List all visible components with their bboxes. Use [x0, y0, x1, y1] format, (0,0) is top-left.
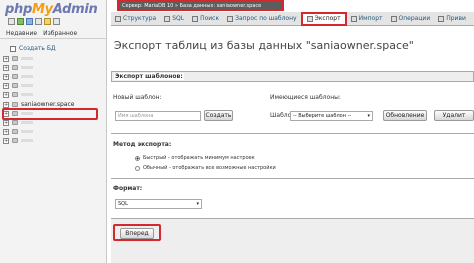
db-name-redacted: [21, 57, 33, 60]
phpmyadmin-window: phpMyAdmin Недавние Избранное Создать БД…: [0, 0, 474, 263]
sidebar-divider: [0, 38, 106, 39]
create-db-label: Создать БД: [19, 45, 56, 52]
breadcrumb-text[interactable]: Сервер: MariaDB 10 » База данных: saniao…: [122, 3, 261, 9]
db-name-redacted: [21, 75, 33, 78]
docs-icon[interactable]: [35, 18, 42, 25]
new-db-icon: [10, 45, 16, 52]
submit-highlight: Вперед: [113, 224, 161, 241]
templates-legend-bar: Экспорт шаблонов:: [111, 71, 474, 82]
format-section: Формат: SQL ▾: [111, 178, 474, 218]
tree-item[interactable]: +: [3, 136, 74, 145]
templates-legend: Экспорт шаблонов:: [114, 73, 184, 80]
create-db-link[interactable]: Создать БД: [10, 45, 56, 52]
tab-structure[interactable]: Структура: [111, 12, 160, 25]
database-icon: [12, 120, 18, 125]
database-icon: [12, 65, 18, 70]
template-select[interactable]: -- Выберите шаблон -- ▾: [290, 111, 373, 121]
method-custom-label: Обычный - отображать все возможные настр…: [143, 165, 276, 171]
import-icon: [350, 15, 357, 22]
create-template-button[interactable]: Создать: [204, 110, 233, 121]
format-title: Формат:: [113, 185, 143, 192]
tree-item[interactable]: +: [3, 72, 74, 81]
new-template-label: Новый шаблон:: [113, 94, 162, 101]
db-name-redacted: [21, 93, 33, 96]
format-select[interactable]: SQL ▾: [115, 199, 202, 209]
database-icon: [12, 102, 18, 107]
selected-db-name: saniaowner.space: [21, 101, 75, 108]
tab-privileges[interactable]: Приви: [434, 12, 470, 25]
tab-query[interactable]: Запрос по шаблону: [223, 12, 300, 25]
chevron-down-icon: ▾: [367, 113, 370, 119]
expand-icon[interactable]: +: [3, 55, 9, 62]
tab-import[interactable]: Импорт: [347, 12, 387, 25]
page-title: Экспорт таблиц из базы данных "saniaowne…: [114, 39, 414, 52]
db-name-redacted: [21, 130, 33, 133]
operations-icon: [390, 15, 397, 22]
expand-icon[interactable]: +: [3, 101, 9, 108]
logout-icon[interactable]: [17, 18, 24, 25]
method-quick-label: Быстрый - отображать минимум настроек: [143, 155, 255, 161]
tree-item[interactable]: +: [3, 63, 74, 72]
tree-item[interactable]: +: [3, 81, 74, 90]
expand-icon[interactable]: +: [3, 91, 9, 98]
sidebar-quick-icons: [8, 18, 60, 25]
query-icon: [227, 15, 234, 22]
database-icon: [12, 138, 18, 143]
tab-sql[interactable]: SQL: [160, 12, 188, 25]
reload-icon[interactable]: [53, 18, 60, 25]
tab-operations[interactable]: Операции: [387, 12, 435, 25]
database-icon: [12, 92, 18, 97]
main-tab-bar: Структура SQL Поиск Запрос по шаблону Эк…: [111, 11, 474, 26]
expand-icon[interactable]: +: [3, 73, 9, 80]
update-template-button[interactable]: Обновление: [383, 110, 427, 121]
phpmyadmin-logo[interactable]: phpMyAdmin: [5, 2, 98, 17]
database-icon: [12, 83, 18, 88]
expand-icon[interactable]: +: [3, 137, 9, 144]
database-icon: [12, 56, 18, 61]
structure-icon: [115, 15, 121, 22]
radio-custom[interactable]: [135, 165, 140, 171]
breadcrumb: Сервер: MariaDB 10 » База данных: saniao…: [117, 0, 284, 11]
expand-icon[interactable]: +: [3, 128, 9, 135]
sidebar-tab-favorites[interactable]: Избранное: [43, 30, 77, 37]
radio-quick[interactable]: [135, 155, 140, 161]
chevron-down-icon: ▾: [196, 201, 199, 207]
method-quick-option[interactable]: Быстрый - отображать минимум настроек: [135, 155, 255, 161]
db-name-redacted: [21, 66, 33, 69]
sql-icon: [164, 15, 171, 22]
delete-template-button[interactable]: Удалит: [434, 110, 474, 121]
help-icon[interactable]: [26, 18, 33, 25]
tree-item[interactable]: +: [3, 127, 74, 136]
expand-icon[interactable]: +: [3, 64, 9, 71]
tab-export[interactable]: Экспорт: [300, 11, 347, 26]
expand-icon[interactable]: +: [3, 82, 9, 89]
navigation-sidebar: phpMyAdmin Недавние Избранное Создать БД…: [0, 0, 107, 263]
search-icon: [192, 15, 199, 22]
submit-area: [111, 218, 474, 263]
export-icon: [306, 15, 313, 22]
export-method-title: Метод экспорта:: [113, 141, 172, 148]
template-name-input[interactable]: Имя шаблона: [115, 111, 201, 121]
sidebar-tab-recent[interactable]: Недавние: [6, 30, 37, 37]
tree-item[interactable]: +: [3, 54, 74, 63]
tab-search[interactable]: Поиск: [188, 12, 223, 25]
home-icon[interactable]: [8, 18, 15, 25]
method-custom-option[interactable]: Обычный - отображать все возможные настр…: [135, 165, 276, 171]
database-icon: [12, 129, 18, 134]
database-icon: [12, 74, 18, 79]
db-name-redacted: [21, 121, 33, 124]
db-name-redacted: [21, 84, 33, 87]
selected-db-highlight: [2, 108, 98, 120]
existing-templates-label: Имеющиеся шаблоны:: [270, 94, 341, 101]
db-name-redacted: [21, 139, 33, 142]
tree-item[interactable]: +: [3, 90, 74, 99]
sidebar-tabs: Недавние Избранное: [6, 30, 77, 37]
go-button[interactable]: Вперед: [120, 228, 154, 239]
main-content: Экспорт таблиц из базы данных "saniaowne…: [111, 27, 474, 263]
database-tree: + + + + + + saniaowner.space + + + +: [3, 54, 74, 145]
settings-icon[interactable]: [44, 18, 51, 25]
privileges-icon: [438, 15, 445, 22]
expand-icon[interactable]: +: [3, 119, 9, 126]
